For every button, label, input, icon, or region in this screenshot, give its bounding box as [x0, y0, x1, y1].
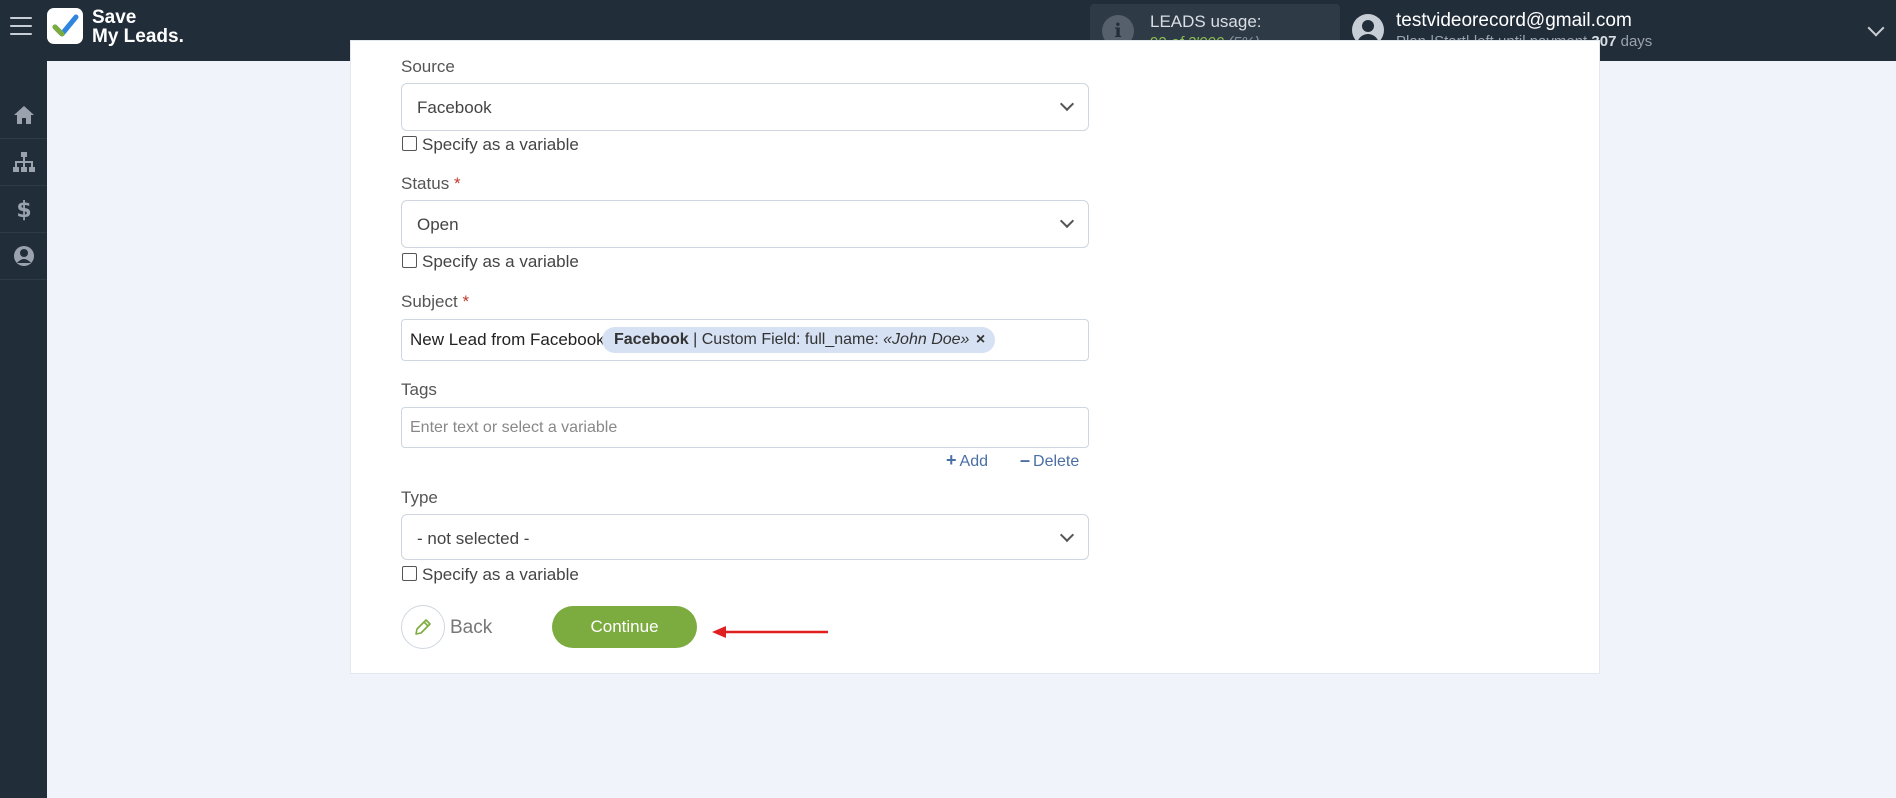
logo-line-1: Save	[92, 7, 137, 28]
status-label-text: Status	[401, 174, 450, 193]
logo-check-icon[interactable]	[47, 8, 83, 44]
subject-variable-pill[interactable]: Facebook | Custom Field: full_name: «Joh…	[602, 327, 996, 353]
chevron-down-icon	[1059, 213, 1075, 229]
type-select[interactable]: - not selected -	[401, 514, 1089, 560]
account-chevron-down-icon[interactable]	[1867, 19, 1885, 37]
tags-input[interactable]: Enter text or select a variable	[401, 407, 1089, 448]
status-label: Status *	[401, 174, 461, 194]
sidebar-item-home[interactable]	[0, 92, 47, 139]
status-variable-checkbox[interactable]	[402, 253, 417, 268]
tags-placeholder: Enter text or select a variable	[410, 419, 618, 436]
sidebar: $	[0, 61, 47, 798]
tags-label: Tags	[401, 380, 437, 399]
logo-text[interactable]: Save My Leads.	[92, 8, 184, 46]
required-mark: *	[453, 174, 461, 193]
source-label: Source	[401, 57, 455, 76]
subject-input[interactable]: New Lead from Facebook Facebook | Custom…	[401, 319, 1089, 361]
days-suffix: days	[1620, 33, 1653, 50]
source-variable-label: Specify as a variable	[422, 135, 579, 154]
back-label[interactable]: Back	[450, 617, 492, 639]
delete-label: Delete	[1033, 453, 1080, 470]
user-icon	[13, 246, 34, 266]
delete-tag-link[interactable]: – Delete	[1020, 450, 1079, 471]
sitemap-icon	[12, 152, 35, 172]
svg-text:$: $	[16, 198, 31, 221]
account-email[interactable]: testvideorecord@gmail.com	[1396, 10, 1632, 32]
chevron-down-icon	[1059, 96, 1075, 112]
type-variable-checkbox[interactable]	[402, 566, 417, 581]
dollar-icon: $	[16, 198, 31, 221]
sidebar-item-billing[interactable]: $	[0, 186, 47, 233]
source-variable-checkbox[interactable]	[402, 136, 417, 151]
plus-icon: +	[946, 450, 957, 470]
pill-value: «John Doe»	[883, 331, 970, 348]
source-select[interactable]: Facebook	[401, 83, 1089, 131]
pencil-icon	[415, 619, 431, 635]
source-value: Facebook	[417, 98, 492, 117]
annotation-arrow-icon	[712, 626, 828, 638]
usage-label: LEADS usage:	[1150, 12, 1262, 31]
type-label: Type	[401, 488, 438, 507]
type-value: - not selected -	[417, 529, 530, 548]
status-variable-label: Specify as a variable	[422, 252, 579, 271]
status-select[interactable]: Open	[401, 200, 1089, 248]
subject-label: Subject *	[401, 292, 469, 312]
pill-field: | Custom Field: full_name:	[693, 331, 879, 348]
add-tag-link[interactable]: + Add	[946, 450, 988, 471]
sidebar-item-account[interactable]	[0, 233, 47, 280]
required-mark: *	[462, 292, 470, 311]
subject-label-text: Subject	[401, 292, 458, 311]
add-label: Add	[959, 453, 988, 470]
home-icon	[13, 106, 34, 124]
back-button[interactable]	[401, 605, 445, 649]
remove-pill-icon[interactable]: ×	[976, 331, 985, 348]
type-variable-label: Specify as a variable	[422, 565, 579, 584]
minus-icon: –	[1020, 450, 1031, 470]
pill-source: Facebook	[614, 331, 689, 348]
continue-button[interactable]: Continue	[552, 606, 697, 648]
subject-text: New Lead from Facebook	[410, 330, 605, 349]
status-value: Open	[417, 215, 459, 234]
menu-icon[interactable]	[10, 17, 32, 39]
sidebar-item-connections[interactable]	[0, 139, 47, 186]
chevron-down-icon	[1059, 527, 1075, 543]
logo-line-2: My Leads.	[92, 26, 184, 47]
